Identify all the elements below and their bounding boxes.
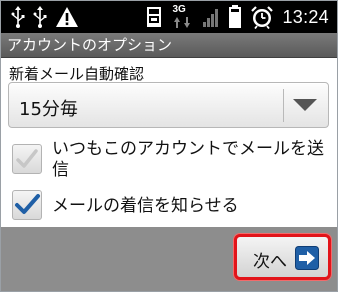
status-right-icons: 3G 13:24 [144,1,329,33]
option-notify-new-mail[interactable]: メールの着信を知らせる [8,188,328,224]
select-divider [283,89,284,122]
sd-card-icon [144,6,164,28]
next-button-label: 次へ [253,252,287,272]
next-button[interactable]: 次へ [234,234,331,280]
battery-icon [228,5,242,29]
network-3g-icon: 3G [172,4,194,30]
check-frequency-label: 新着メール自動確認 [9,65,145,83]
check-frequency-select[interactable]: 15分毎 [8,82,329,128]
page-title: アカウントのオプション [1,33,337,58]
notify-new-mail-label: メールの着信を知らせる [52,196,239,216]
default-account-checkbox[interactable] [12,144,42,174]
check-frequency-value: 15分毎 [19,99,78,120]
status-left-icons [1,6,79,28]
option-default-account[interactable]: いつもこのアカウントでメールを送 信 [8,138,328,182]
app-window: 3G 13:24 アカウントのオプション 新着メール自動確認 15分毎 いつもこ… [0,0,338,292]
status-bar: 3G 13:24 [1,1,337,33]
footer-bar: 次へ [1,227,337,291]
dropdown-arrow-icon [292,97,318,117]
warning-icon [55,6,79,28]
signal-icon [202,6,220,28]
alarm-icon [250,5,274,29]
default-account-label: いつもこのアカウントでメールを送 信 [52,139,324,180]
settings-content: 新着メール自動確認 15分毎 いつもこのアカウントでメールを送 信 メールの着信… [1,58,337,227]
status-time: 13:24 [282,6,329,27]
notify-new-mail-checkbox[interactable] [12,190,42,220]
arrow-right-icon [295,246,319,274]
usb-icon [11,6,25,28]
usb-icon [33,6,47,28]
network-type-label: 3G [172,4,186,15]
